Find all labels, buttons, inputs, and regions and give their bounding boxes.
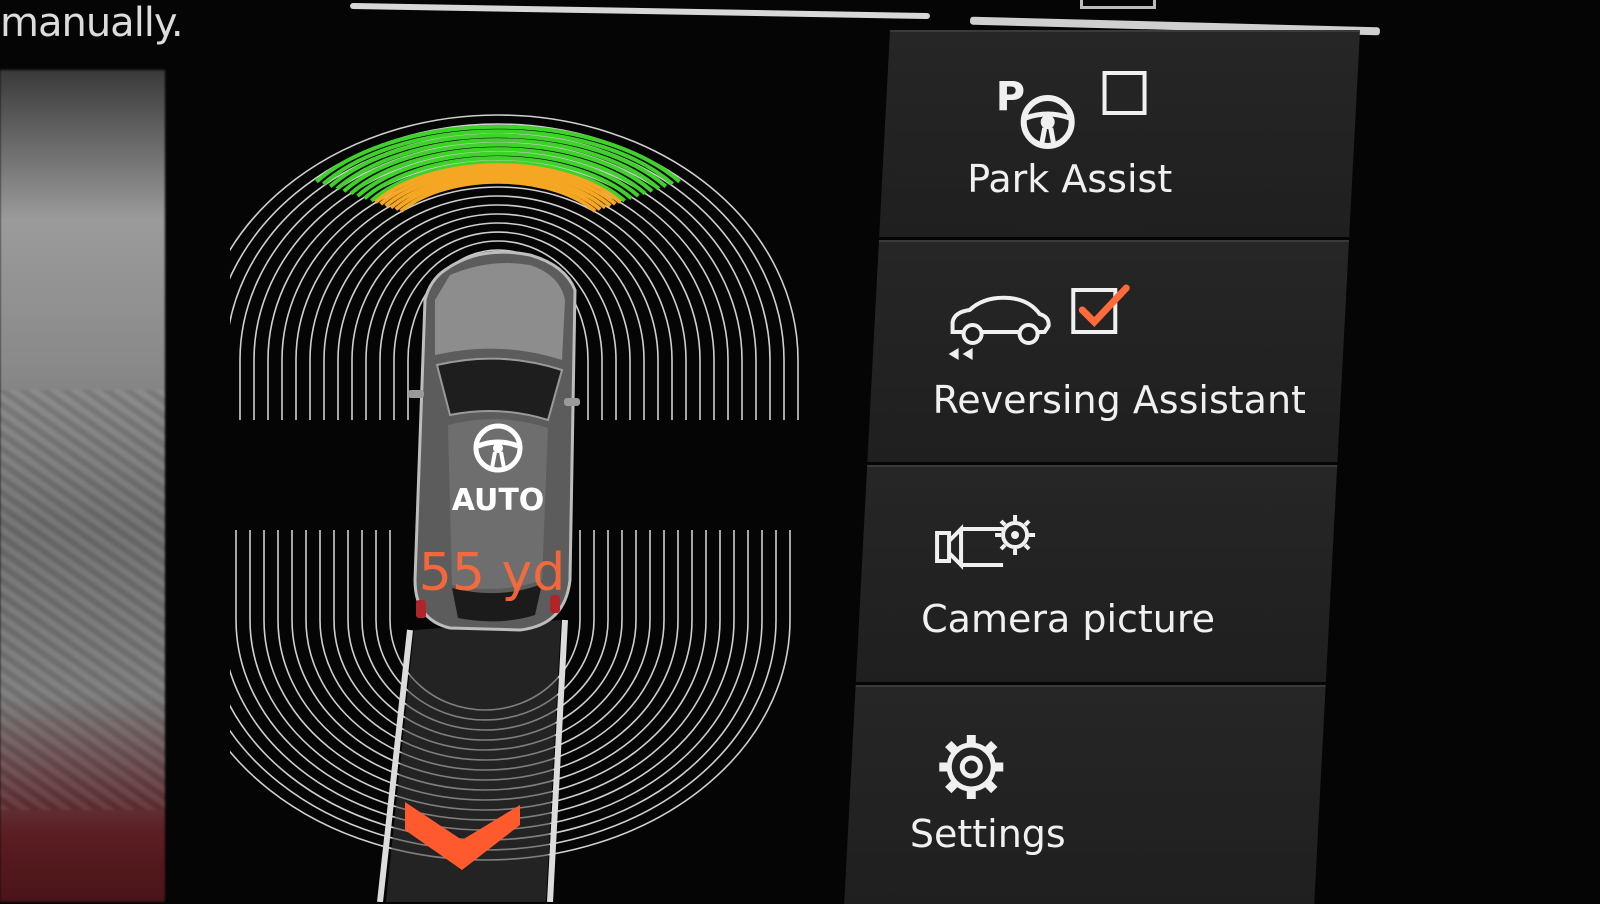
distance-readout: 55 yd [419,543,565,603]
svg-text:P: P [996,74,1025,120]
menu-item-label: Settings [909,812,1066,856]
reversing-assistant-checkbox[interactable] [1070,282,1132,340]
menu-item-reversing-assistant[interactable]: Reversing Assistant [867,240,1349,462]
front-warning-zones [315,124,681,213]
park-assist-icon: P [996,70,1086,154]
gear-icon [931,727,1011,811]
menu-item-label: Reversing Assistant [932,378,1306,422]
top-status-icon [1080,0,1156,9]
assist-menu: P Park Assist Reversing Assistant Camera… [844,30,1360,904]
auto-mode-label: AUTO [452,483,545,518]
menu-item-label: Park Assist [967,157,1173,201]
reversing-car-icon [945,282,1055,366]
menu-item-park-assist[interactable]: P Park Assist [879,30,1360,237]
status-message: manually. [0,0,184,46]
menu-item-label: Camera picture [921,597,1216,641]
park-assist-checkbox[interactable] [1102,70,1150,122]
top-divider-left [349,2,931,20]
menu-item-camera-picture[interactable]: Camera picture [855,465,1338,682]
camera-settings-icon [933,507,1043,581]
camera-view [0,70,165,902]
parking-sensor-view: AUTO 55 yd [230,114,799,902]
menu-item-settings[interactable]: Settings [844,685,1326,904]
